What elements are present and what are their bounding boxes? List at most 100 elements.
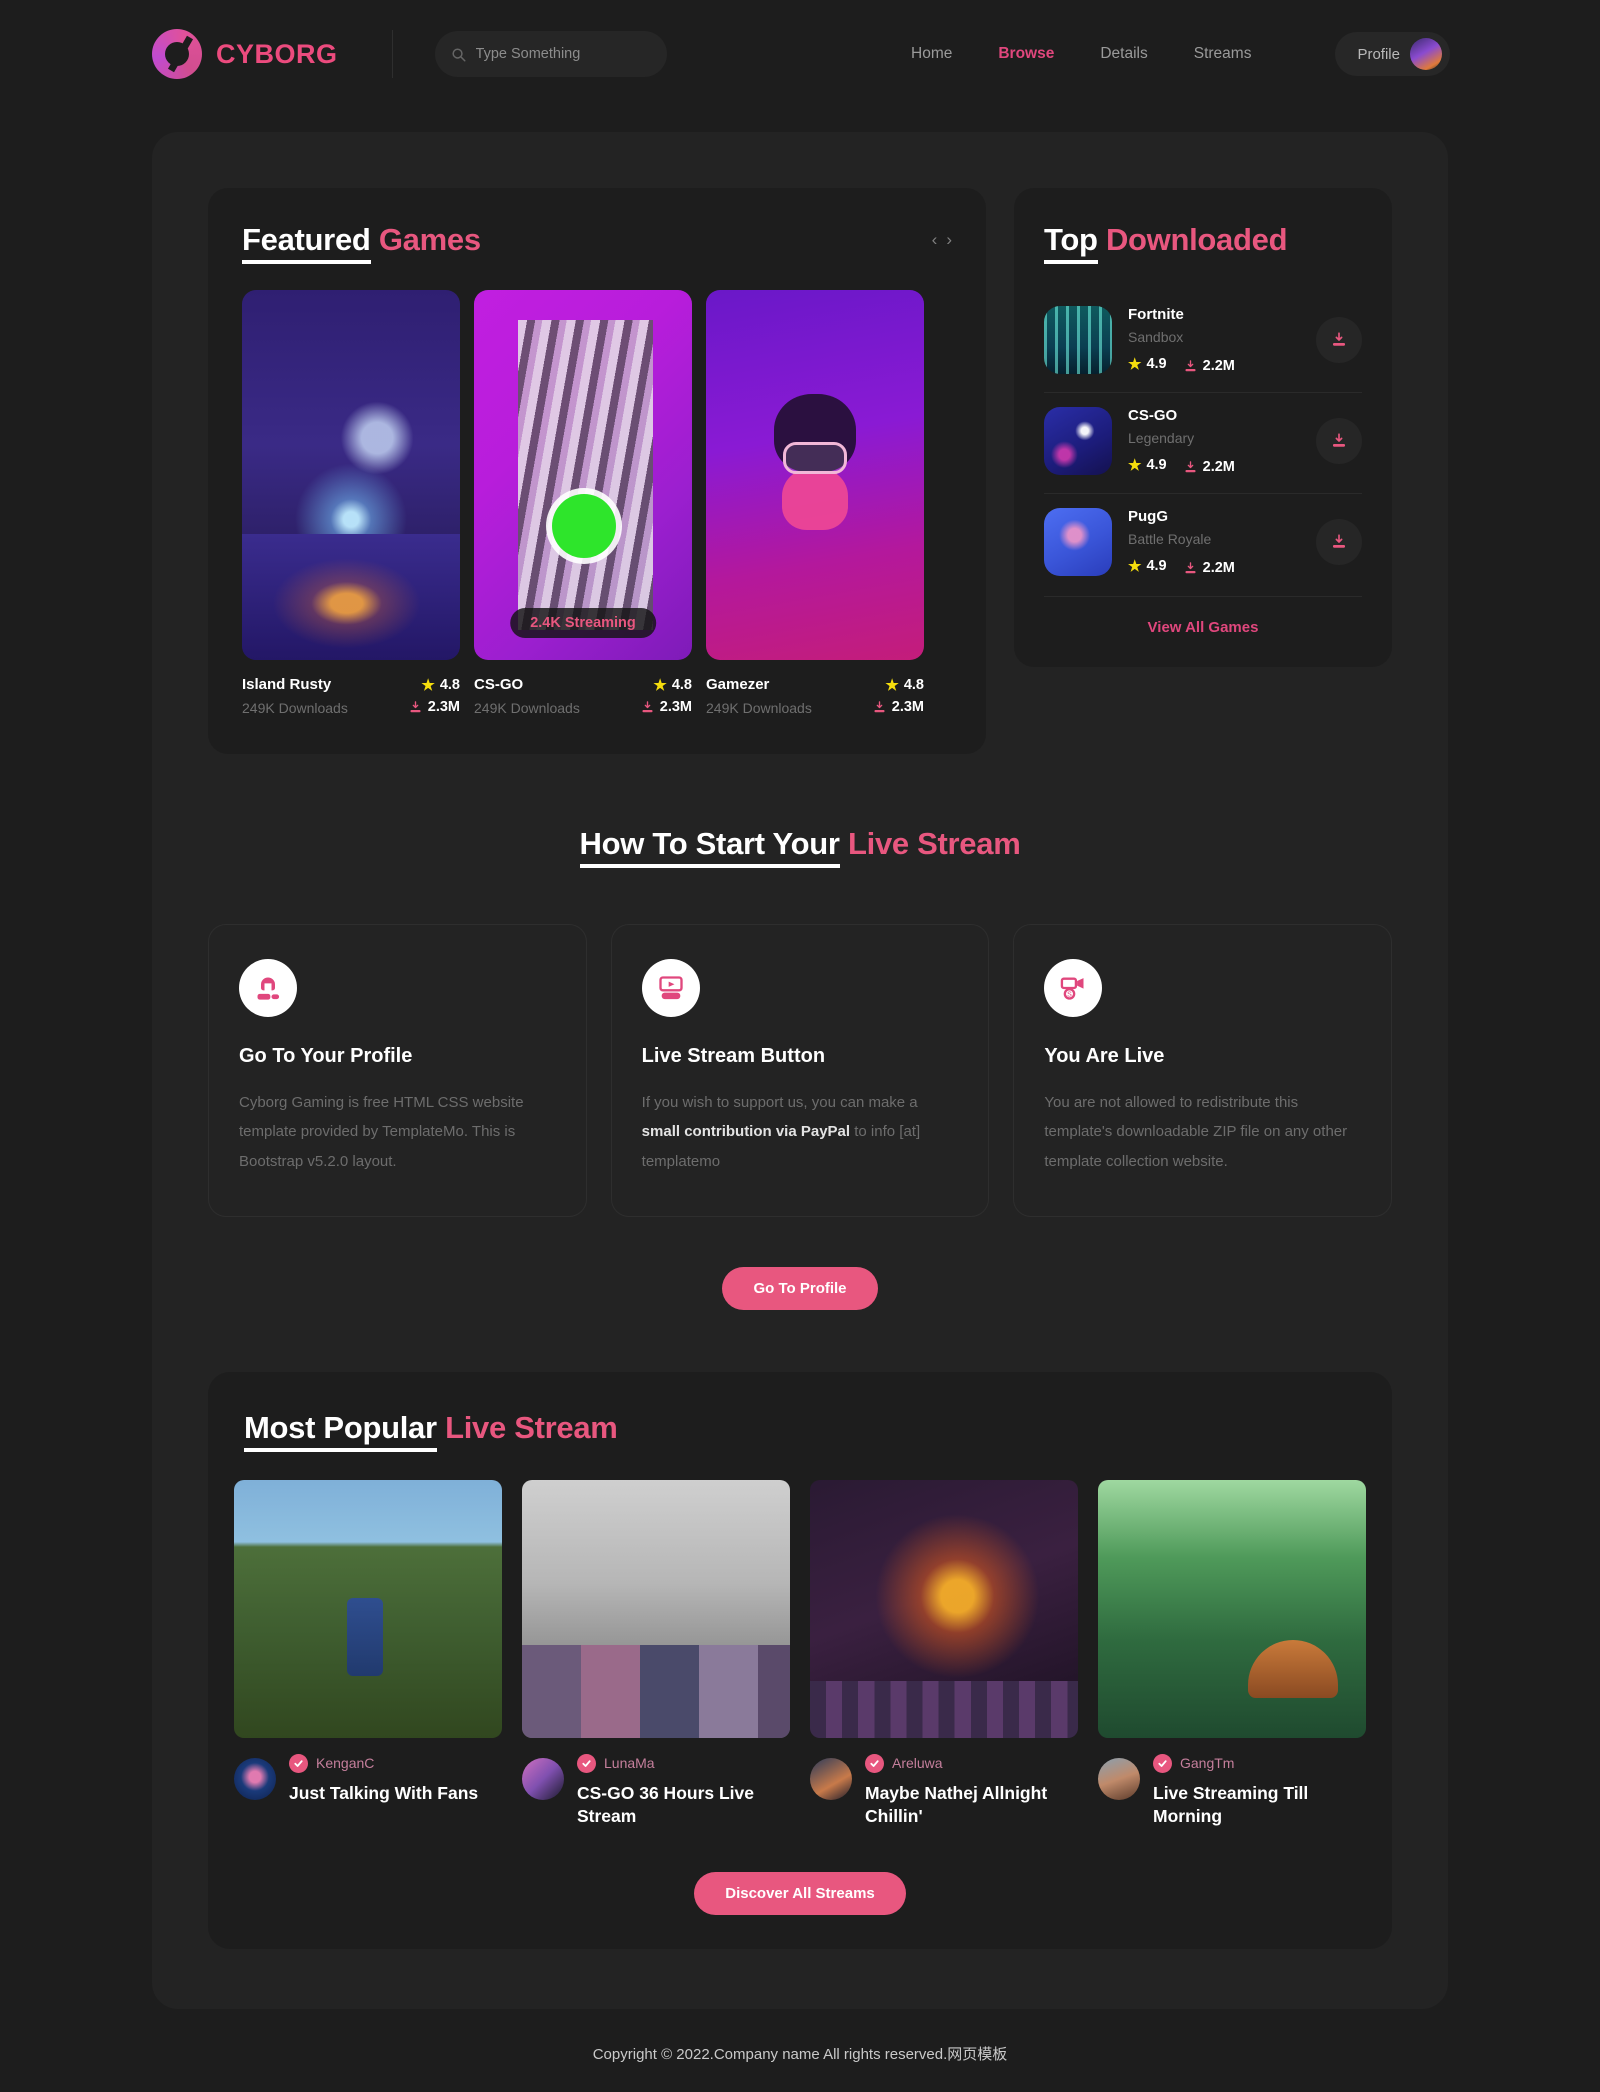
featured-games-panel: Featured Games ‹ › Island Rusty 249K Dow… xyxy=(208,188,986,754)
gamer-headset-icon-glyph xyxy=(257,977,280,1000)
list-item[interactable]: CS-GO Legendary ★ 4.9 2.2M xyxy=(1044,392,1362,493)
video-money-icon: S xyxy=(1044,959,1103,1017)
game-rating-value: 4.9 xyxy=(1146,355,1167,372)
stream-console-icon-glyph xyxy=(659,976,683,1000)
howto-heading: You Are Live xyxy=(1044,1045,1165,1067)
stream-card[interactable]: GangTm Live Streaming Till Morning xyxy=(1098,1479,1366,1828)
howto-grid: Go To Your Profile Cyborg Gaming is free… xyxy=(208,924,1393,1217)
game-installs-value: 2.2M xyxy=(1202,560,1235,576)
avatar xyxy=(522,1757,564,1800)
stream-footer: KenganC Just Talking With Fans xyxy=(234,1753,502,1805)
game-thumbnail xyxy=(1044,306,1112,374)
game-downloads: 249K Downloads xyxy=(706,700,812,716)
game-card[interactable]: Island Rusty 249K Downloads ★ 4.8 2.3M xyxy=(242,290,460,716)
nav-item-details[interactable]: Details xyxy=(1100,45,1147,63)
game-name: Gamezer xyxy=(706,676,770,693)
verified-check-icon xyxy=(1153,1753,1172,1773)
game-installs: 2.2M xyxy=(1183,560,1235,576)
avatar xyxy=(1098,1757,1140,1800)
game-installs: 2.3M xyxy=(872,699,924,715)
download-button[interactable] xyxy=(1316,418,1362,464)
list-item[interactable]: Fortnite Sandbox ★ 4.9 2.2M xyxy=(1044,292,1362,392)
streamer-row: Areluwa xyxy=(865,1753,1078,1773)
game-thumbnail[interactable]: 2.4K Streaming xyxy=(474,290,692,660)
stream-card[interactable]: Areluwa Maybe Nathej Allnight Chillin' xyxy=(810,1479,1078,1828)
stream-card[interactable]: KenganC Just Talking With Fans xyxy=(234,1479,502,1828)
nav-item-home[interactable]: Home xyxy=(911,45,952,63)
profile-label: Profile xyxy=(1357,45,1400,63)
game-installs-value: 2.3M xyxy=(427,699,460,715)
game-rating-value: 4.8 xyxy=(903,677,924,693)
streamer-row: KenganC xyxy=(289,1753,478,1773)
download-icon xyxy=(642,700,653,712)
nav-item-browse[interactable]: Browse xyxy=(998,45,1054,63)
game-rating: ★ 4.8 xyxy=(408,676,460,694)
profile-button[interactable]: Profile xyxy=(1335,32,1450,76)
game-installs: 2.2M xyxy=(1183,358,1235,374)
view-all-games-link[interactable]: View All Games xyxy=(1148,619,1259,636)
game-meta: Gamezer 249K Downloads ★ 4.8 2.3M xyxy=(706,676,924,716)
game-thumbnail[interactable] xyxy=(242,290,460,660)
top-row: Featured Games ‹ › Island Rusty 249K Dow… xyxy=(208,188,1392,754)
search-input[interactable] xyxy=(475,46,651,62)
star-icon: ★ xyxy=(1128,456,1142,474)
streaming-badge: 2.4K Streaming xyxy=(510,608,656,638)
stream-thumbnail[interactable] xyxy=(810,1479,1078,1738)
download-button[interactable] xyxy=(1316,317,1362,363)
carousel-arrows: ‹ › xyxy=(932,230,952,250)
howto-text: If you wish to support us, you can make … xyxy=(642,1088,959,1176)
howto-card-stream-button: Live Stream Button If you wish to suppor… xyxy=(610,924,990,1217)
stream-thumbnail[interactable] xyxy=(522,1479,790,1738)
howto-title-accent: Live Stream xyxy=(848,826,1021,861)
top-downloaded-panel: Top Downloaded Fortnite Sandbox ★ 4.9 2.… xyxy=(1014,188,1392,667)
popular-title: Most Popular Live Stream xyxy=(244,1409,1366,1452)
popular-title-accent: Live Stream xyxy=(445,1409,618,1445)
game-rating-value: 4.9 xyxy=(1146,557,1167,574)
search-box[interactable] xyxy=(434,31,667,77)
search-icon xyxy=(451,47,466,61)
star-icon: ★ xyxy=(421,677,435,694)
cyborg-aperture-icon xyxy=(152,29,202,79)
star-icon: ★ xyxy=(1128,355,1142,373)
game-card[interactable]: Gamezer 249K Downloads ★ 4.8 2.3M xyxy=(706,290,924,716)
verified-check-icon xyxy=(577,1753,596,1773)
download-icon xyxy=(410,700,421,712)
stream-thumbnail[interactable] xyxy=(1098,1479,1366,1738)
carousel-next-icon[interactable]: › xyxy=(946,230,952,250)
verified-check-icon xyxy=(289,1753,308,1773)
game-category: Legendary xyxy=(1128,430,1195,446)
download-icon xyxy=(1185,359,1196,371)
stream-console-icon xyxy=(641,959,700,1017)
howto-title: How To Start Your Live Stream xyxy=(208,826,1392,868)
stream-footer: GangTm Live Streaming Till Morning xyxy=(1098,1753,1366,1828)
game-thumbnail[interactable] xyxy=(706,290,924,660)
discover-all-streams-button[interactable]: Discover All Streams xyxy=(694,1871,906,1915)
download-icon xyxy=(1333,332,1345,346)
download-icon xyxy=(1333,433,1345,447)
streamer-name: Areluwa xyxy=(892,1755,943,1772)
howto-text: Cyborg Gaming is free HTML CSS website t… xyxy=(239,1088,556,1176)
game-meta: Island Rusty 249K Downloads ★ 4.8 2.3M xyxy=(242,676,460,716)
stream-card[interactable]: LunaMa CS-GO 36 Hours Live Stream xyxy=(522,1479,790,1828)
verified-check-icon xyxy=(865,1753,884,1773)
star-icon: ★ xyxy=(885,677,899,694)
download-icon xyxy=(874,700,885,712)
featured-header: Featured Games ‹ › xyxy=(242,222,952,264)
go-to-profile-button[interactable]: Go To Profile xyxy=(722,1266,878,1310)
footer: Copyright © 2022.Company name All rights… xyxy=(0,2009,1600,2092)
stream-thumbnail[interactable] xyxy=(234,1479,502,1738)
howto-text-a: You are not allowed to redistribute this… xyxy=(1044,1094,1348,1170)
top-downloaded-title: Top Downloaded xyxy=(1044,222,1362,264)
brand-logo[interactable]: CYBORG xyxy=(152,29,338,79)
video-money-icon-glyph: S xyxy=(1061,977,1084,1000)
view-all-games: View All Games xyxy=(1044,596,1362,637)
star-icon: ★ xyxy=(653,677,667,694)
download-button[interactable] xyxy=(1316,519,1362,565)
game-rating-value: 4.8 xyxy=(439,677,460,693)
nav-item-streams[interactable]: Streams xyxy=(1194,45,1252,63)
list-item[interactable]: PugG Battle Royale ★ 4.9 2.2M xyxy=(1044,493,1362,594)
carousel-prev-icon[interactable]: ‹ xyxy=(932,230,938,250)
game-card[interactable]: 2.4K Streaming CS-GO 249K Downloads ★ 4.… xyxy=(474,290,692,716)
howto-heading: Live Stream Button xyxy=(641,1045,826,1067)
stream-title: Live Streaming Till Morning xyxy=(1153,1782,1309,1826)
